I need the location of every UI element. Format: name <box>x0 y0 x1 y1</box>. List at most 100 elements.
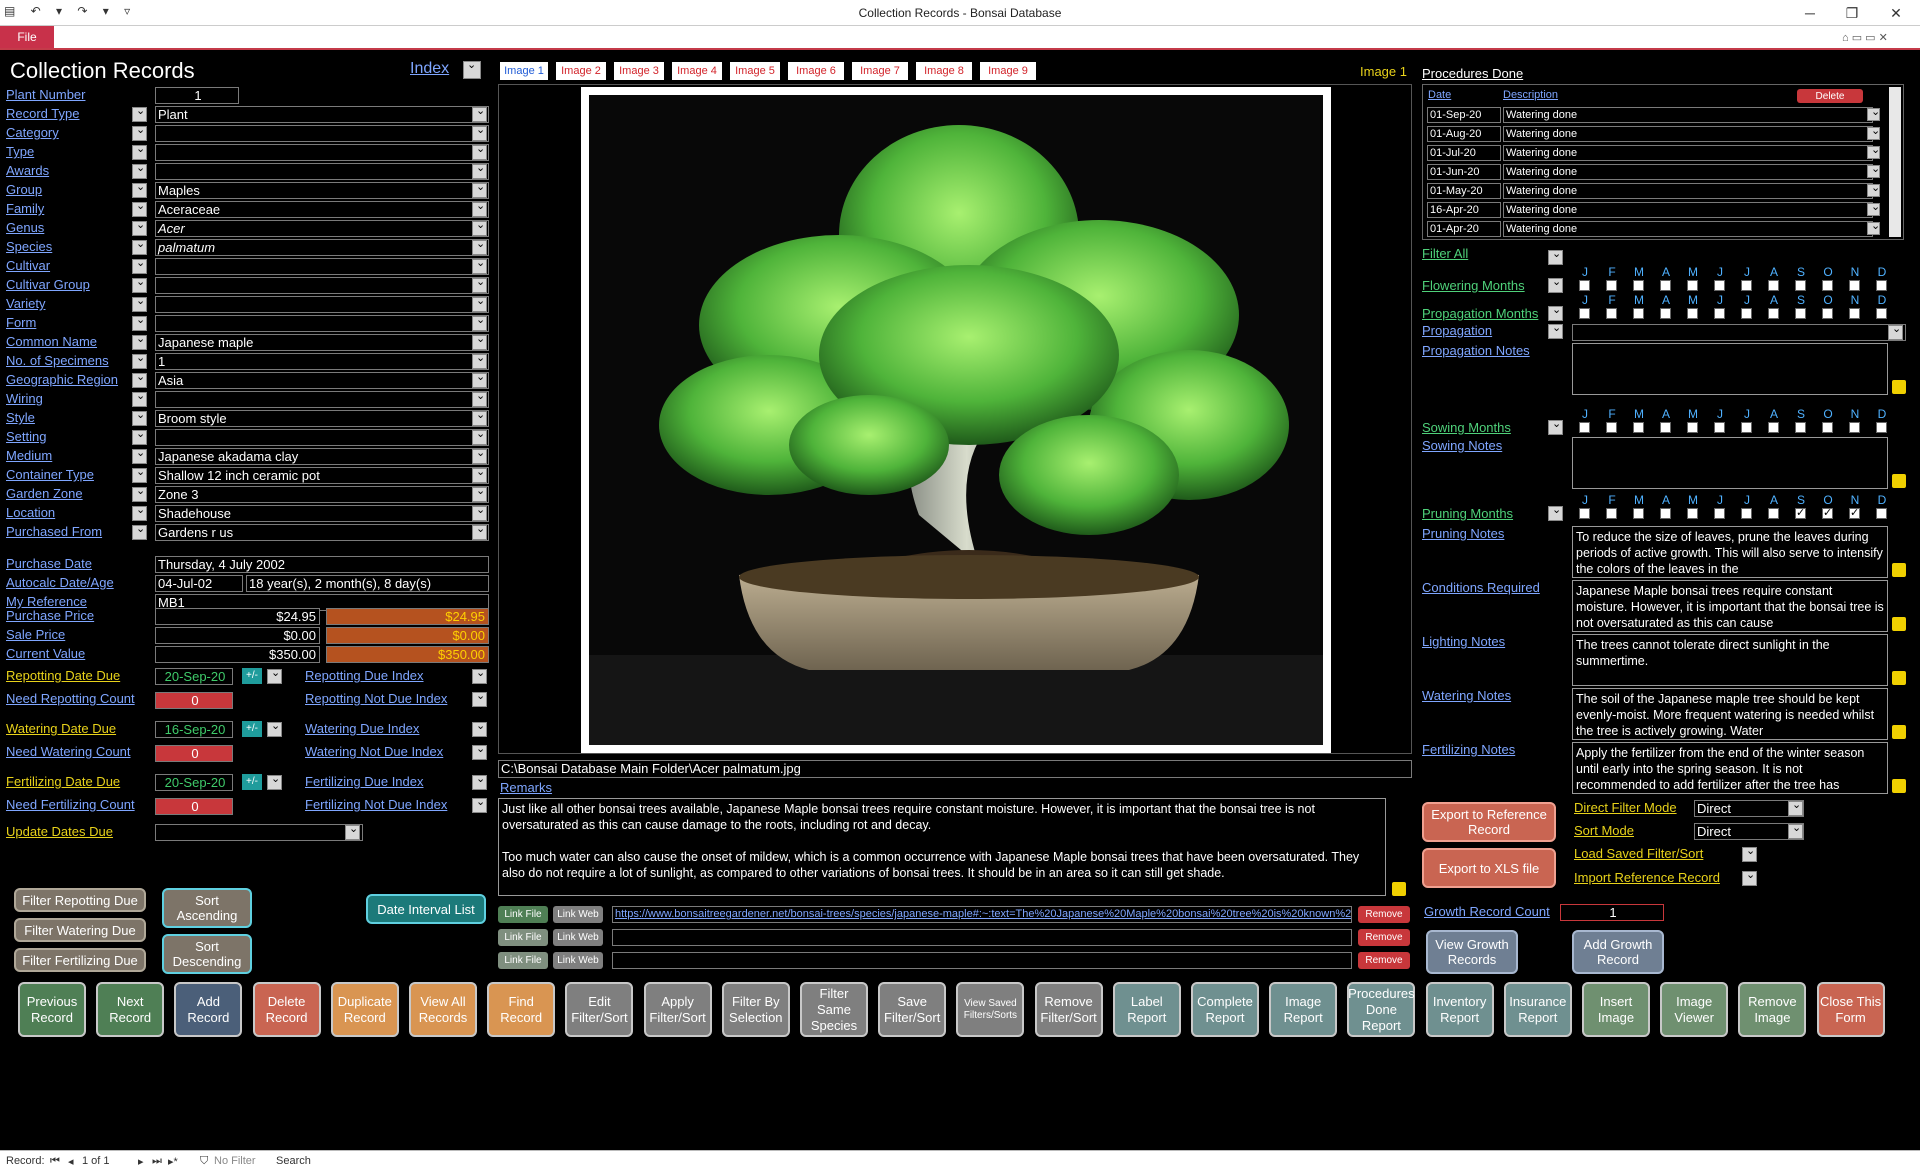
field-value-2[interactable] <box>155 125 489 142</box>
field-label-15[interactable]: Geographic Region <box>6 372 118 387</box>
image-tab-4[interactable]: Image 4 <box>672 62 722 80</box>
fertilizing-due-index-dropdown[interactable] <box>472 772 487 790</box>
view-growth-records-button[interactable]: View Growth Records <box>1426 930 1518 974</box>
field-dropdown-15[interactable] <box>472 370 487 388</box>
footer-button-complete-report[interactable]: Complete Report <box>1191 982 1259 1037</box>
field-value-15[interactable]: Asia <box>155 372 489 389</box>
month-checkbox-3-11[interactable] <box>1876 422 1887 433</box>
export-to-reference-record-button[interactable]: Export to Reference Record <box>1422 802 1556 842</box>
field-value-3[interactable] <box>155 144 489 161</box>
fertilizing-notes-label[interactable]: Fertilizing Notes <box>1422 742 1515 757</box>
footer-button-add-record[interactable]: Add Record <box>174 982 243 1037</box>
remarks-label[interactable]: Remarks <box>500 780 552 795</box>
procedure-desc-2[interactable]: Watering done <box>1503 145 1873 161</box>
sort-mode-dropdown[interactable] <box>1788 821 1803 839</box>
field-checkbox-16[interactable] <box>132 389 147 407</box>
footer-button-view-all-records[interactable]: View All Records <box>409 982 477 1037</box>
image-tab-9[interactable]: Image 9 <box>980 62 1036 80</box>
repotting-date-field[interactable]: 20-Sep-20 <box>155 668 233 685</box>
lighting-zoom-icon[interactable] <box>1892 671 1906 685</box>
month-checkbox-3-4[interactable] <box>1687 422 1698 433</box>
load-saved-filter-dropdown[interactable] <box>1742 844 1757 862</box>
procedure-date-0[interactable]: 01-Sep-20 <box>1427 107 1501 123</box>
field-checkbox-23[interactable] <box>132 522 147 540</box>
remove-link-button-1[interactable]: Remove <box>1358 906 1410 923</box>
field-label-5[interactable]: Group <box>6 182 42 197</box>
sowing-notes-textarea[interactable] <box>1572 437 1888 489</box>
field-value-17[interactable]: Broom style <box>155 410 489 427</box>
month-checkbox-4-3[interactable] <box>1660 508 1671 519</box>
price-value-1[interactable]: $0.00 <box>155 627 320 644</box>
watering-date-label[interactable]: Watering Date Due <box>6 721 116 736</box>
index-link[interactable]: Index <box>410 60 449 78</box>
last-record-icon[interactable]: ⏭ <box>152 1155 162 1168</box>
field-checkbox-12[interactable] <box>132 313 147 331</box>
month-checkbox-4-2[interactable] <box>1633 508 1644 519</box>
month-section-checkbox-0[interactable] <box>1548 247 1563 265</box>
month-section-label-1[interactable]: Flowering Months <box>1422 278 1525 293</box>
field-label-19[interactable]: Medium <box>6 448 52 463</box>
footer-button-close-this-form[interactable]: Close This Form <box>1816 982 1885 1037</box>
footer-button-label-report[interactable]: Label Report <box>1112 982 1181 1037</box>
field-dropdown-18[interactable] <box>472 427 487 445</box>
repotting-due-index-label[interactable]: Repotting Due Index <box>305 668 424 683</box>
procedure-dropdown-0[interactable] <box>1867 105 1880 121</box>
procedures-scrollbar[interactable] <box>1889 87 1901 237</box>
propagation-dropdown[interactable] <box>1888 322 1903 340</box>
month-section-checkbox-4[interactable] <box>1548 503 1563 521</box>
field-dropdown-2[interactable] <box>472 123 487 141</box>
link-url-field-3[interactable] <box>612 952 1352 969</box>
field-value-25[interactable]: 04-Jul-02 <box>155 575 243 592</box>
field-value-20[interactable]: Shallow 12 inch ceramic pot <box>155 467 489 484</box>
field-value-4[interactable] <box>155 163 489 180</box>
field-checkbox-20[interactable] <box>132 465 147 483</box>
procedure-date-6[interactable]: 01-Apr-20 <box>1427 221 1501 237</box>
field-label-26[interactable]: My Reference <box>6 594 87 609</box>
field-label-9[interactable]: Cultivar <box>6 258 50 273</box>
watering-date-field[interactable]: 16-Sep-20 <box>155 721 233 738</box>
field-value-18[interactable] <box>155 429 489 446</box>
month-checkbox-3-8[interactable] <box>1795 422 1806 433</box>
footer-button-insurance-report[interactable]: Insurance Report <box>1503 982 1572 1037</box>
watering-zoom-icon[interactable] <box>1892 725 1906 739</box>
month-checkbox-1-2[interactable] <box>1633 280 1644 291</box>
footer-button-remove-image[interactable]: Remove Image <box>1738 982 1807 1037</box>
field-dropdown-13[interactable] <box>472 332 487 350</box>
field-label-22[interactable]: Location <box>6 505 55 520</box>
month-checkbox-1-1[interactable] <box>1606 280 1617 291</box>
field-label-24[interactable]: Purchase Date <box>6 556 92 571</box>
footer-button-image-report[interactable]: Image Report <box>1269 982 1338 1037</box>
price-label-2[interactable]: Current Value <box>6 646 85 661</box>
watering-not-due-index-dropdown[interactable] <box>472 742 487 760</box>
image-tab-7[interactable]: Image 7 <box>852 62 908 80</box>
footer-button-remove-filter-sort[interactable]: Remove Filter/Sort <box>1034 982 1103 1037</box>
field-label-17[interactable]: Style <box>6 410 35 425</box>
field-label-13[interactable]: Common Name <box>6 334 97 349</box>
field-label-6[interactable]: Family <box>6 201 44 216</box>
field-value-10[interactable] <box>155 277 489 294</box>
procedure-desc-1[interactable]: Watering done <box>1503 126 1873 142</box>
month-checkbox-1-5[interactable] <box>1714 280 1725 291</box>
procedures-col-date[interactable]: Date <box>1428 89 1451 101</box>
month-checkbox-4-10[interactable] <box>1849 506 1860 519</box>
remarks-textarea[interactable]: Just like all other bonsai trees availab… <box>498 798 1386 896</box>
fertilizing-not-due-index-label[interactable]: Fertilizing Not Due Index <box>305 797 447 812</box>
field-label-21[interactable]: Garden Zone <box>6 486 83 501</box>
field-label-4[interactable]: Awards <box>6 163 49 178</box>
field-value-16[interactable] <box>155 391 489 408</box>
watering-due-index-label[interactable]: Watering Due Index <box>305 721 419 736</box>
link-url-field-2[interactable] <box>612 929 1352 946</box>
field-checkbox-6[interactable] <box>132 199 147 217</box>
footer-button-save-filter-sort[interactable]: Save Filter/Sort <box>878 982 947 1037</box>
update-dates-due-label[interactable]: Update Dates Due <box>6 824 113 839</box>
field-checkbox-18[interactable] <box>132 427 147 445</box>
field-checkbox-11[interactable] <box>132 294 147 312</box>
repotting-not-due-index-dropdown[interactable] <box>472 689 487 707</box>
price-value-2[interactable]: $350.00 <box>155 646 320 663</box>
fertilizing-notes-textarea[interactable]: Apply the fertilizer from the end of the… <box>1572 742 1888 794</box>
month-checkbox-1-7[interactable] <box>1768 280 1779 291</box>
footer-button-inventory-report[interactable]: Inventory Report <box>1425 982 1494 1037</box>
field-label-16[interactable]: Wiring <box>6 391 43 406</box>
month-checkbox-1-8[interactable] <box>1795 280 1806 291</box>
month-checkbox-4-0[interactable] <box>1579 508 1590 519</box>
